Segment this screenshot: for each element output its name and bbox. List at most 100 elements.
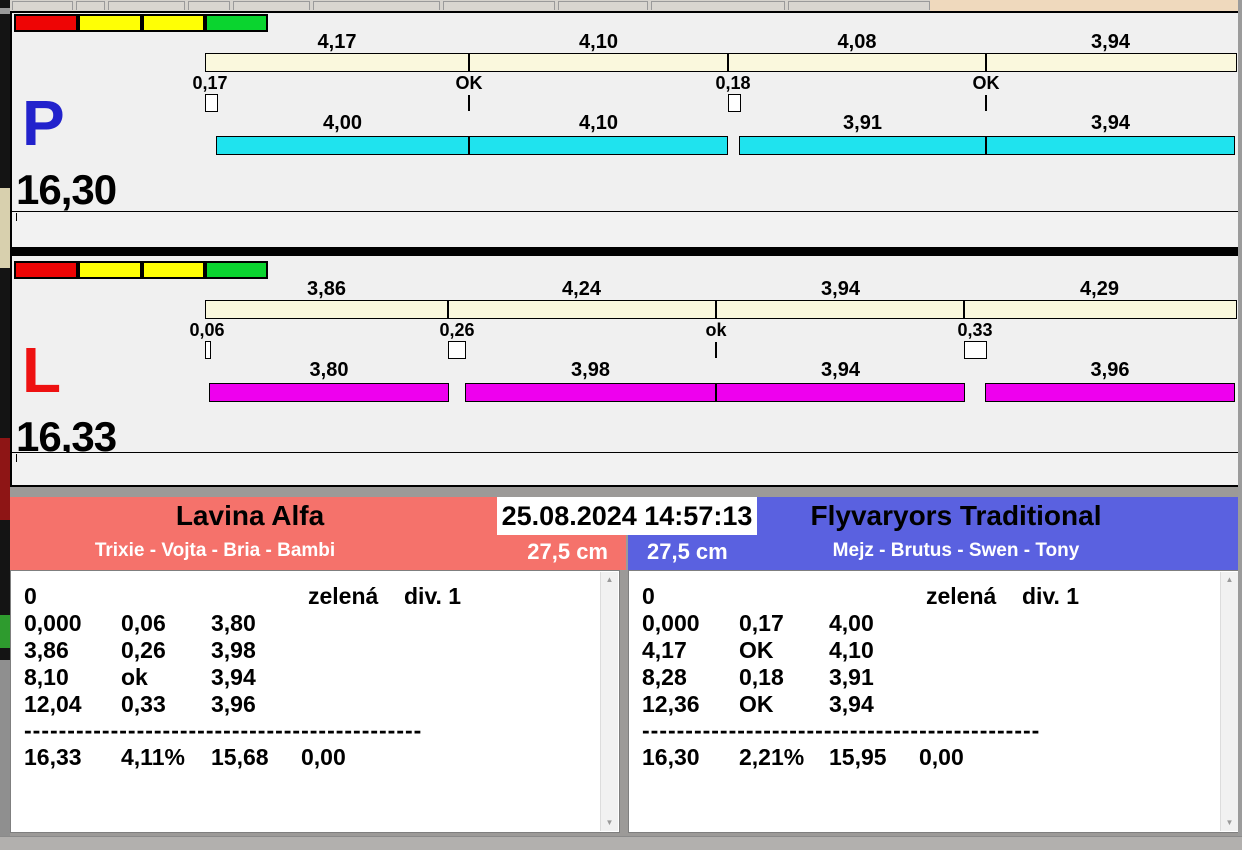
leg-time-bar xyxy=(469,136,728,155)
pass-time-label: OK xyxy=(972,73,1000,93)
caret-tick xyxy=(16,454,17,462)
scroll-down-icon: ▼ xyxy=(605,818,614,827)
leg-time-bar xyxy=(985,383,1235,402)
sliver-fragment xyxy=(0,438,10,520)
pass-time: 0,26 xyxy=(121,637,166,663)
split-time-label: 4,24 xyxy=(562,278,601,300)
window-bottom-bar xyxy=(0,836,1242,850)
caret-tick xyxy=(16,213,17,221)
cumulative-time: 4,17 xyxy=(642,637,687,663)
split-time-label: 3,86 xyxy=(307,278,346,300)
traffic-strip-segment xyxy=(142,261,205,279)
cumulative-time: 0,000 xyxy=(24,610,82,636)
leg-time-bar xyxy=(739,136,986,155)
empty-status-row xyxy=(12,212,1238,247)
cumulative-time: 3,86 xyxy=(24,637,69,663)
team-dogs: Mejz - Brutus - Swen - Tony xyxy=(832,540,1080,561)
scroll-up-button[interactable]: ▲ xyxy=(601,572,618,588)
background-toolbar-strip xyxy=(10,0,1242,14)
totals-row: 16,33 4,11% 15,68 0,00 xyxy=(11,744,599,770)
leg-result-row: 0,000 0,17 4,00 xyxy=(629,610,1219,636)
leg-time-label: 4,00 xyxy=(323,112,362,134)
sliver-fragment xyxy=(0,188,10,268)
run-number: 0 xyxy=(24,583,37,609)
run-info-row: 0 zelená div. 1 xyxy=(11,583,599,609)
leg-time: 4,10 xyxy=(829,637,874,663)
scroll-down-button[interactable]: ▼ xyxy=(601,815,618,831)
sum-leg-times: 15,68 xyxy=(211,744,269,770)
traffic-strip-segment xyxy=(14,261,78,279)
run-number: 0 xyxy=(642,583,655,609)
leg-time-bar xyxy=(209,383,449,402)
lane-display-area: 4,17 0,17 4,00 4,10 OK 4,10 4,08 0,18 3,91 3,94 OK… xyxy=(10,11,1240,487)
toolbar-segment xyxy=(788,1,930,10)
total-time: 16,30 xyxy=(642,744,700,770)
leg-time-bar xyxy=(465,383,716,402)
leg-time: 3,91 xyxy=(829,664,874,690)
sliver-fragment xyxy=(0,660,10,850)
leg-time-label: 3,91 xyxy=(843,112,882,134)
dashed-separator: ----------------------------------------… xyxy=(642,717,1041,743)
cumulative-time: 0,000 xyxy=(642,610,700,636)
separator-row: ----------------------------------------… xyxy=(629,717,1219,743)
leg-result-row: 0,000 0,06 3,80 xyxy=(11,610,599,636)
jump-height-label: 27,5 cm xyxy=(527,539,608,564)
split-time-label: 4,10 xyxy=(579,31,618,53)
leg-time-bar xyxy=(986,136,1235,155)
pass-gap-box xyxy=(964,341,987,359)
team-right-results-table: 0 zelená div. 1 0,000 0,17 4,00 4,17 OK 4,10 8,28… xyxy=(628,570,1240,833)
pass-gap-box xyxy=(205,94,218,112)
pass-time-label: 0,33 xyxy=(957,320,993,340)
scroll-down-button[interactable]: ▼ xyxy=(1221,815,1238,831)
lane-separator-bar xyxy=(12,247,1238,256)
split-divider xyxy=(715,300,717,319)
lane-panel-right: 4,17 0,17 4,00 4,10 OK 4,10 4,08 0,18 3,91 3,94 OK… xyxy=(12,13,1238,247)
card-color: zelená xyxy=(308,583,379,609)
traffic-strip-segment xyxy=(78,14,142,32)
pass-ok-tick xyxy=(715,342,717,358)
table-scrollbar[interactable]: ▲ ▼ xyxy=(600,572,618,831)
pass-time: 0,33 xyxy=(121,691,166,717)
pass-ok-tick xyxy=(468,95,470,111)
toolbar-segment xyxy=(233,1,310,10)
pass-time: 0,06 xyxy=(121,610,166,636)
percentage: 4,11% xyxy=(121,744,185,770)
sum-leg-times: 15,95 xyxy=(829,744,887,770)
lane-panel-left: 3,86 0,06 3,80 4,24 0,26 3,98 3,94 ok 3,94 4,29 0,… xyxy=(12,260,1238,485)
sliver-fragment xyxy=(0,615,10,648)
pass-time-label: 0,26 xyxy=(439,320,475,340)
toolbar-segment xyxy=(108,1,185,10)
scroll-up-button[interactable]: ▲ xyxy=(1221,572,1238,588)
penalty: 0,00 xyxy=(301,744,346,770)
total-time: 16,33 xyxy=(24,744,82,770)
jump-height-label: 27,5 cm xyxy=(647,539,728,564)
leg-time-label: 3,80 xyxy=(309,359,349,381)
team-left-results-table: 0 zelená div. 1 0,000 0,06 3,80 3,86 0,26 3,98 8,… xyxy=(10,570,620,833)
percentage: 2,21% xyxy=(739,744,805,770)
split-divider xyxy=(985,53,987,72)
leg-result-row: 3,86 0,26 3,98 xyxy=(11,637,599,663)
background-window-sliver xyxy=(0,0,10,850)
split-divider xyxy=(468,53,470,72)
team-name: Flyvaryors Traditional xyxy=(810,500,1102,531)
split-track-bar xyxy=(205,300,1237,319)
totals-row: 16,30 2,21% 15,95 0,00 xyxy=(629,744,1219,770)
pass-time-label: 0,17 xyxy=(192,73,228,93)
run-info-row: 0 zelená div. 1 xyxy=(629,583,1219,609)
card-color: zelená xyxy=(926,583,997,609)
clock-display: 25.08.2024 14:57:13 xyxy=(497,497,757,535)
lane-letter: P xyxy=(22,87,65,159)
scroll-down-icon: ▼ xyxy=(1225,818,1234,827)
leg-result-row: 8,10 ok 3,94 xyxy=(11,664,599,690)
empty-status-row xyxy=(12,453,1238,485)
table-scrollbar[interactable]: ▲ ▼ xyxy=(1220,572,1238,831)
split-track-bar xyxy=(205,53,1237,72)
pass-time: 0,18 xyxy=(739,664,784,690)
leg-time: 3,96 xyxy=(211,691,256,717)
team-dogs: Trixie - Vojta - Bria - Bambi xyxy=(94,540,336,561)
cumulative-time: 8,28 xyxy=(642,664,687,690)
leg-time: 3,80 xyxy=(211,610,256,636)
leg-result-row: 12,36 OK 3,94 xyxy=(629,691,1219,717)
split-time-label: 3,94 xyxy=(1091,31,1130,53)
penalty: 0,00 xyxy=(919,744,964,770)
